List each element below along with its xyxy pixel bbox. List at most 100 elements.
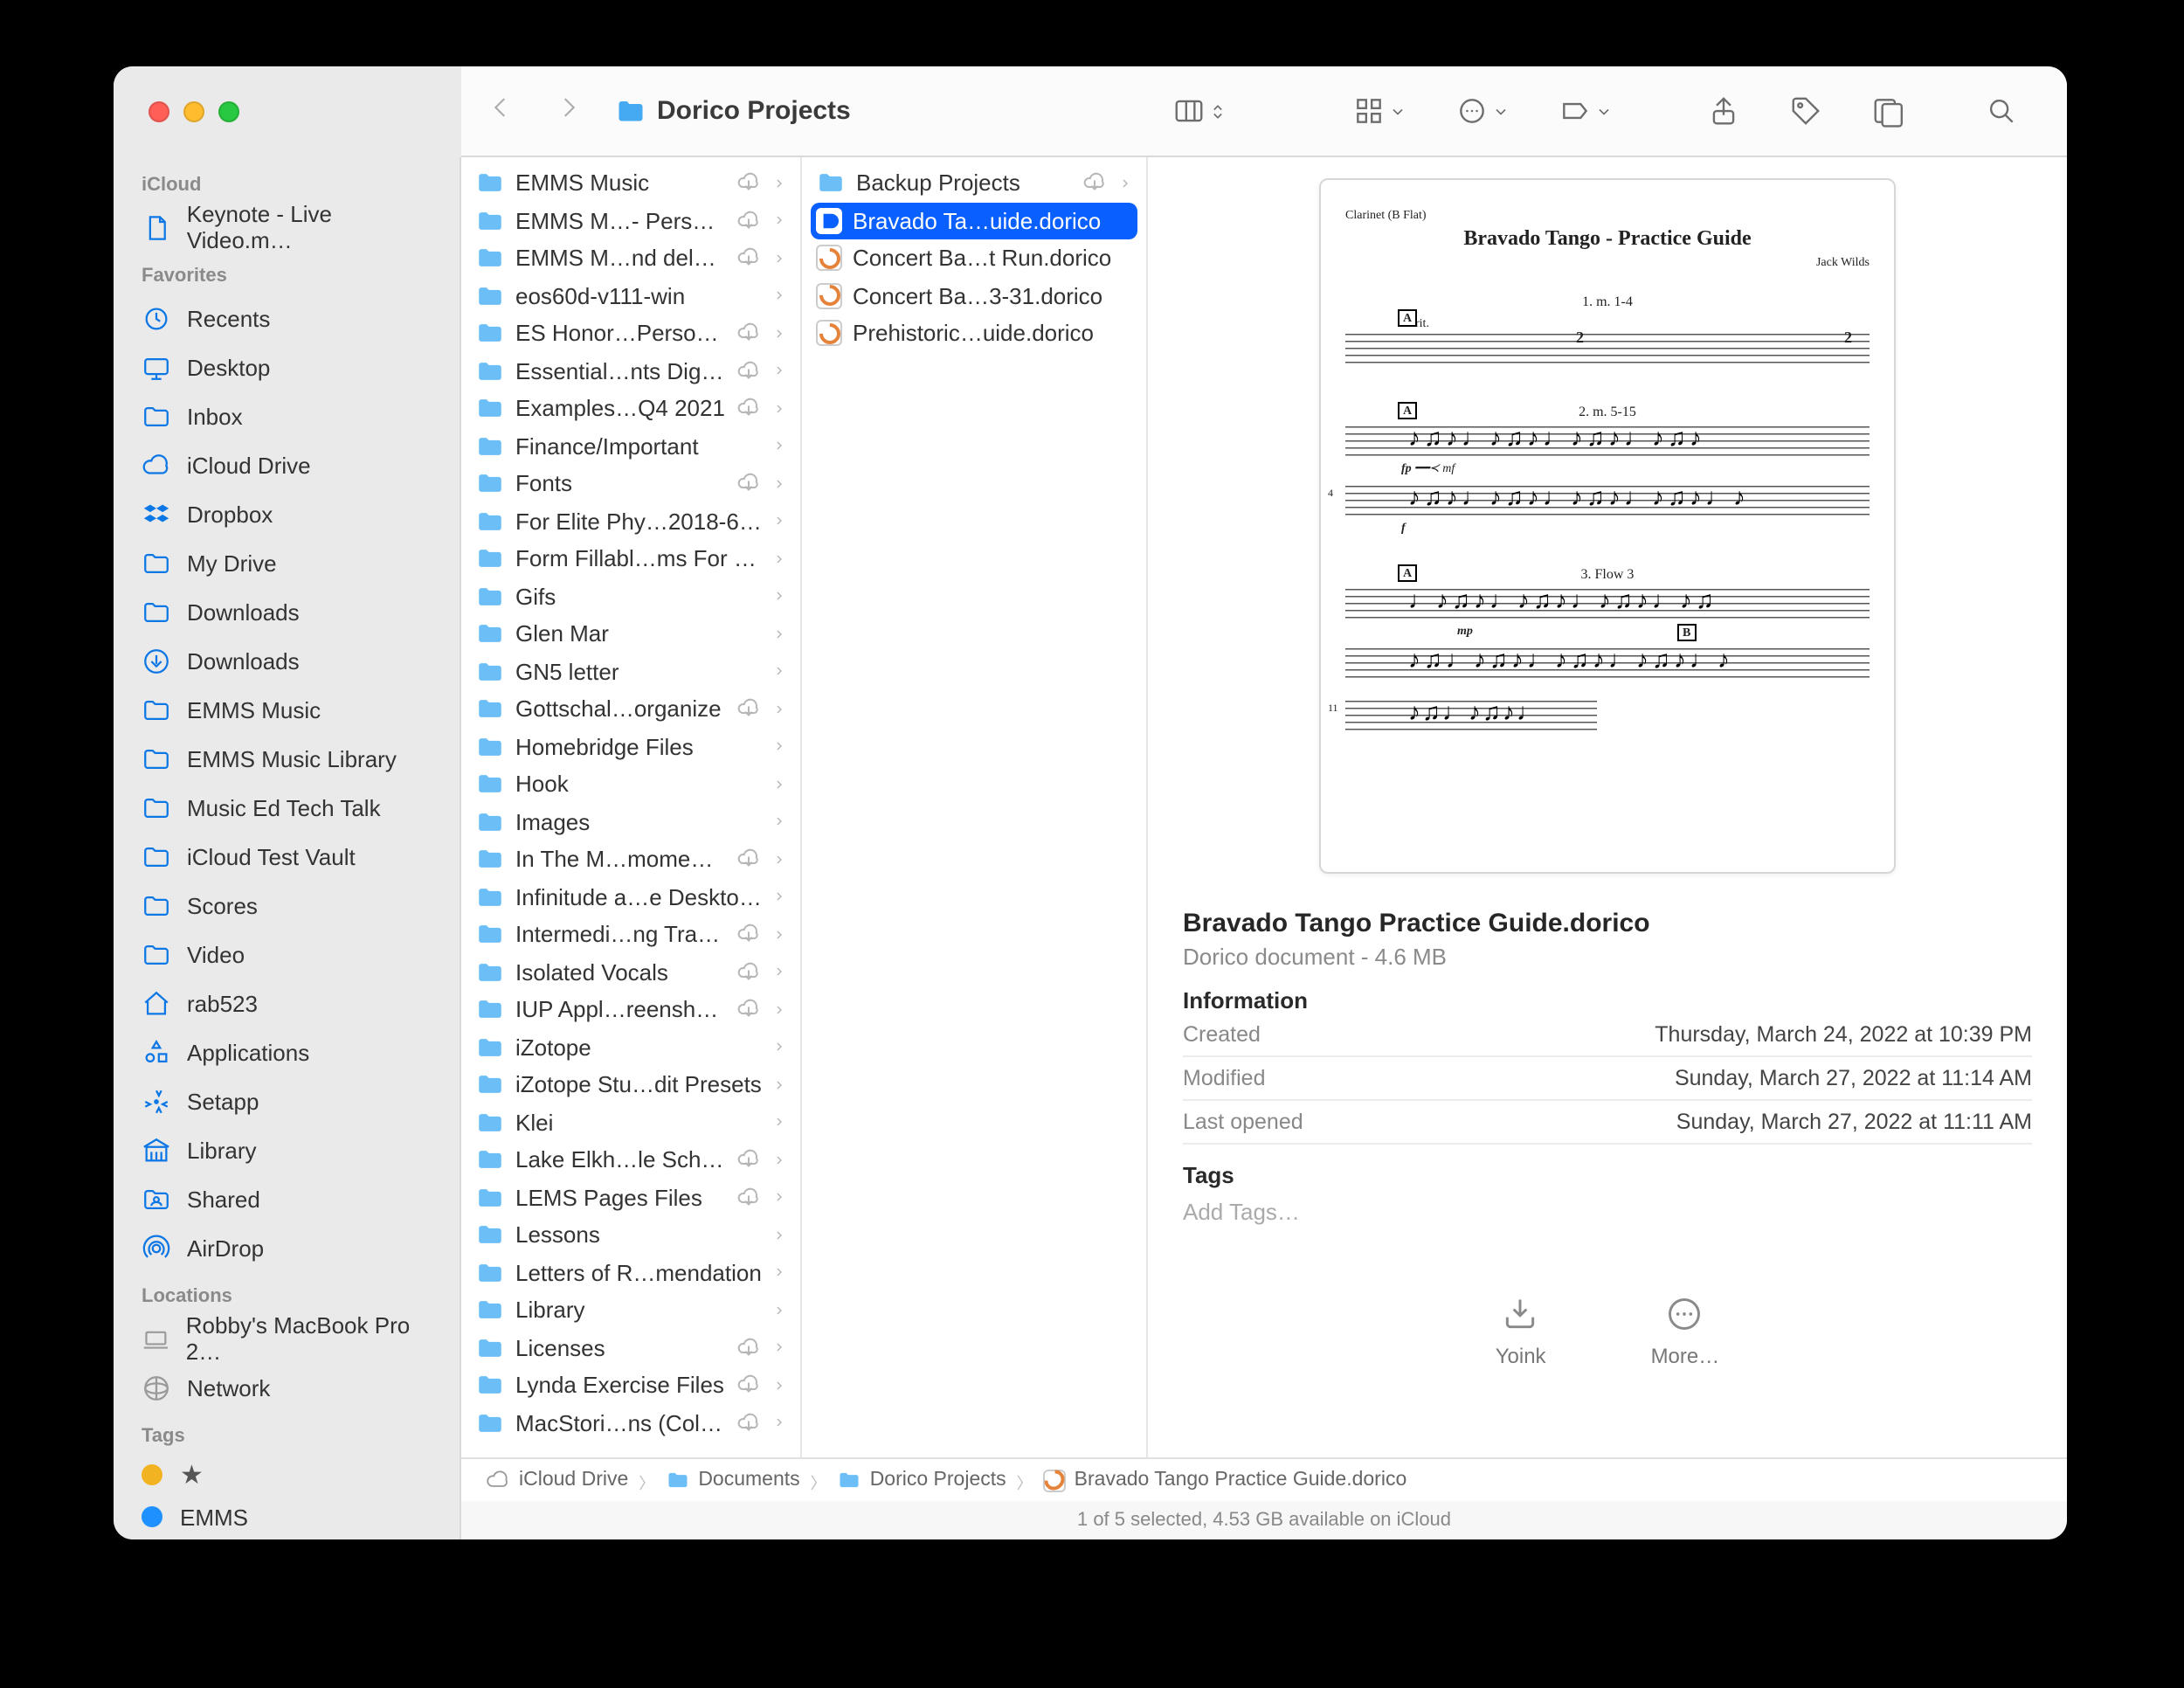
list-item[interactable]: Lake Elkh…le School [461,1141,800,1179]
path-bar[interactable]: iCloud Drive〉Documents〉Dorico Projects〉B… [461,1457,2067,1501]
sidebar-item[interactable]: Inbox [114,391,460,440]
action-button[interactable] [1455,94,1510,128]
forward-button[interactable] [554,92,584,130]
icloud-download-icon[interactable] [736,997,762,1023]
path-segment[interactable]: Documents [698,1470,799,1491]
label-button[interactable] [1559,94,1613,128]
list-item[interactable]: Concert Ba…3-31.dorico [802,277,1146,315]
list-item[interactable]: Bravado Ta…uide.dorico [811,202,1137,239]
zoom-button[interactable] [218,101,239,122]
share-button[interactable] [1707,94,1740,128]
list-item[interactable]: eos60d-v111-win [461,277,800,315]
search-button[interactable] [1985,94,2018,128]
icloud-download-icon[interactable] [736,1185,762,1211]
list-item[interactable]: Hook [461,765,800,803]
list-item[interactable]: EMMS Music [461,164,800,202]
sidebar-item[interactable]: Music Ed Tech Talk [114,783,460,832]
list-item[interactable]: LEMS Pages Files [461,1179,800,1216]
sidebar-item[interactable]: Scores [114,881,460,930]
list-item[interactable]: Lynda Exercise Files [461,1366,800,1404]
icloud-download-icon[interactable] [736,396,762,422]
icloud-download-icon[interactable] [736,358,762,384]
action-more[interactable]: More… [1651,1295,1720,1368]
sidebar-item[interactable]: Video [114,930,460,979]
list-item[interactable]: For Elite Phy…2018-6-29 [461,502,800,540]
list-item[interactable]: Form Fillabl…ms For Lori [461,540,800,578]
icloud-download-icon[interactable] [736,847,762,873]
sidebar-item[interactable]: Dropbox [114,489,460,538]
list-item[interactable]: Backup Projects [802,164,1146,202]
sidebar-item[interactable]: Network [114,1363,460,1412]
icloud-download-icon[interactable] [736,1373,762,1399]
tag-row[interactable]: ★ [114,1454,460,1496]
minimize-button[interactable] [183,101,204,122]
tag-row[interactable]: EMMS [114,1496,460,1538]
list-item[interactable]: Gifs [461,578,800,615]
icloud-download-icon[interactable] [736,1147,762,1173]
list-item[interactable]: MacStori…ns (Color) [461,1404,800,1442]
sidebar-item[interactable]: iCloud Test Vault [114,832,460,881]
list-item[interactable]: Fonts [461,465,800,502]
sidebar-item[interactable]: EMMS Music [114,685,460,734]
path-segment[interactable]: Dorico Projects [870,1470,1006,1491]
column-1[interactable]: EMMS MusicEMMS M…- PersonalEMMS M…nd del… [461,157,802,1457]
sidebar-item[interactable]: Downloads [114,636,460,685]
sidebar-item[interactable]: iCloud Drive [114,440,460,489]
close-button[interactable] [149,101,169,122]
list-item[interactable]: In The M…moment21 [461,841,800,878]
list-item[interactable]: Infinitude a…e Desktop?) [461,878,800,916]
path-segment[interactable]: iCloud Drive [519,1470,628,1491]
group-button[interactable] [1352,94,1406,128]
sidebar-item[interactable]: Shared [114,1174,460,1223]
sidebar-item[interactable]: Keynote - Live Video.m… [114,203,460,252]
sidebar-item[interactable]: Recents [114,294,460,342]
icloud-download-icon[interactable] [736,959,762,986]
list-item[interactable]: EMMS M…nd delete? [461,239,800,277]
list-item[interactable]: Library [461,1291,800,1329]
list-item[interactable]: Finance/Important [461,427,800,465]
list-item[interactable]: EMMS M…- Personal [461,202,800,239]
sidebar-item[interactable]: AirDrop [114,1223,460,1272]
list-item[interactable]: Intermedi…ng Tracks [461,916,800,953]
list-item[interactable]: Images [461,803,800,841]
list-item[interactable]: iZotope [461,1028,800,1066]
view-columns-button[interactable] [1172,94,1227,128]
list-item[interactable]: ES Honor…Personal [461,315,800,352]
list-item[interactable]: Homebridge Files [461,728,800,765]
list-item[interactable]: Examples…Q4 2021 [461,390,800,427]
sidebar-item[interactable]: rab523 [114,979,460,1027]
icloud-download-icon[interactable] [736,208,762,234]
list-item[interactable]: Essential…nts Digital [461,352,800,390]
add-tags-field[interactable]: Add Tags… [1183,1199,2032,1225]
sidebar-item[interactable]: Desktop [114,342,460,391]
list-item[interactable]: Prehistoric…uide.dorico [802,315,1146,352]
list-item[interactable]: Licenses [461,1329,800,1366]
sidebar-item[interactable]: Downloads [114,587,460,636]
preview-thumbnail[interactable]: Clarinet (B Flat) Bravado Tango - Practi… [1319,178,1896,874]
list-item[interactable]: IUP Appl…reenshots [461,991,800,1028]
column-2[interactable]: Backup ProjectsBravado Ta…uide.dorico Con… [802,157,1148,1457]
list-item[interactable]: iZotope Stu…dit Presets [461,1066,800,1103]
icloud-download-icon[interactable] [736,922,762,948]
icloud-download-icon[interactable] [736,246,762,272]
icloud-download-icon[interactable] [736,696,762,723]
list-item[interactable]: Isolated Vocals [461,953,800,991]
back-button[interactable] [486,92,515,130]
sidebar-item[interactable]: Setapp [114,1076,460,1125]
sidebar-item[interactable]: Robby's MacBook Pro 2… [114,1314,460,1363]
path-segment[interactable]: Bravado Tango Practice Guide.dorico [1075,1470,1407,1491]
sidebar-item[interactable]: Applications [114,1027,460,1076]
list-item[interactable]: Lessons [461,1216,800,1254]
list-item[interactable]: Gottschal…organize [461,690,800,728]
sidebar-item[interactable]: Library [114,1125,460,1174]
list-item[interactable]: Glen Mar [461,615,800,653]
list-item[interactable]: GN5 letter [461,653,800,690]
action-yoink[interactable]: Yoink [1496,1295,1546,1368]
tags-button[interactable] [1789,94,1822,128]
icloud-download-icon[interactable] [736,170,762,197]
list-item[interactable]: Letters of R…mendation [461,1254,800,1291]
list-item[interactable]: Klei [461,1103,800,1141]
sidebar-item[interactable]: My Drive [114,538,460,587]
sidebar-item[interactable]: EMMS Music Library [114,734,460,783]
icloud-download-icon[interactable] [736,1410,762,1436]
